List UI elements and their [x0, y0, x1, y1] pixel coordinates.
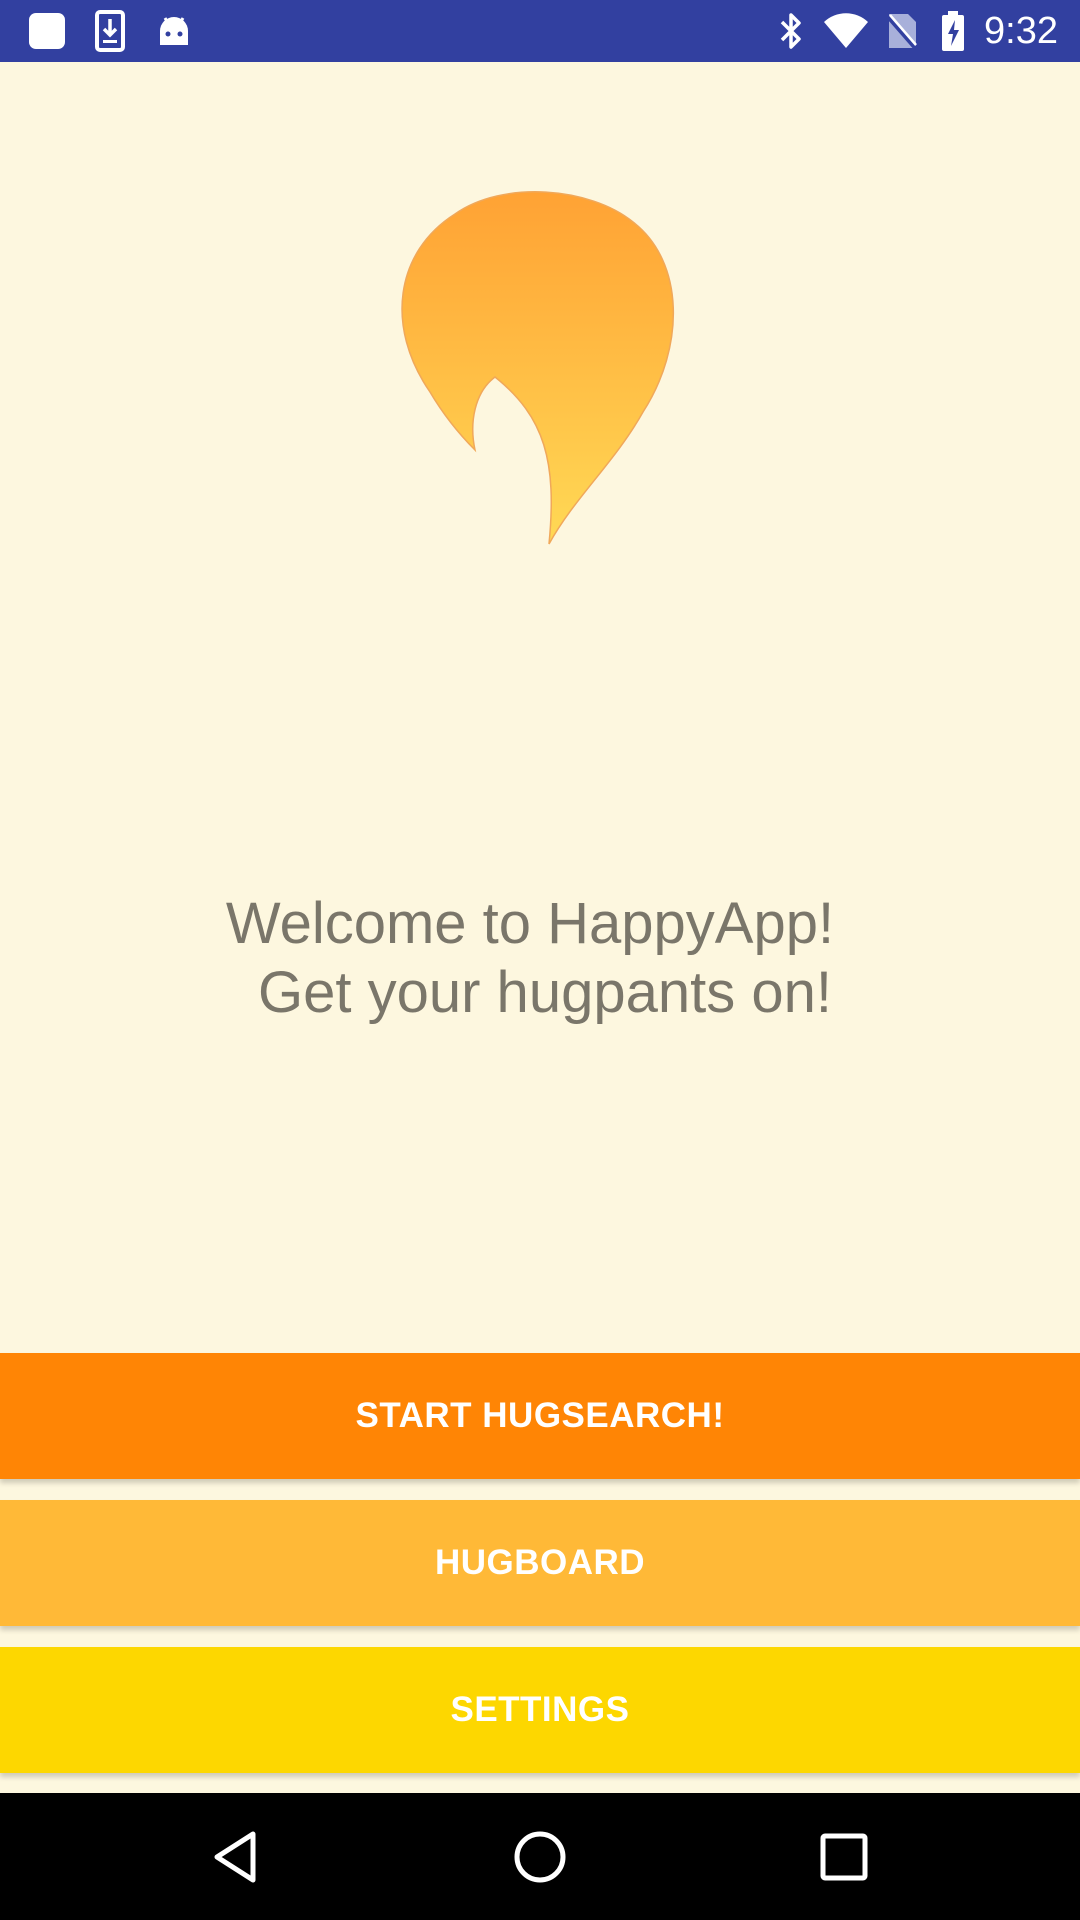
welcome-title: Welcome to HappyApp! — [225, 891, 835, 956]
android-icon — [154, 10, 194, 52]
navigation-bar — [0, 1793, 1080, 1920]
recents-icon[interactable] — [802, 1815, 886, 1899]
bluetooth-icon — [776, 10, 806, 52]
settings-button[interactable]: SETTINGS — [0, 1647, 1080, 1773]
hugboard-button[interactable]: HUGBOARD — [0, 1500, 1080, 1626]
welcome-message: Welcome to HappyApp! Get your hugpants o… — [0, 889, 1080, 1027]
back-icon[interactable] — [193, 1815, 277, 1899]
battery-charging-icon — [938, 10, 968, 52]
notification-square-icon — [26, 10, 68, 52]
flame-logo-icon — [385, 152, 695, 552]
welcome-subtitle: Get your hugpants on! — [258, 960, 832, 1025]
start-hugsearch-button[interactable]: START HUGSEARCH! — [0, 1353, 1080, 1479]
home-icon[interactable] — [498, 1815, 582, 1899]
download-icon — [92, 10, 128, 52]
status-time: 9:32 — [984, 10, 1058, 52]
wifi-icon — [822, 10, 870, 52]
no-sim-icon — [884, 10, 920, 52]
status-bar: 9:32 — [0, 0, 1080, 62]
